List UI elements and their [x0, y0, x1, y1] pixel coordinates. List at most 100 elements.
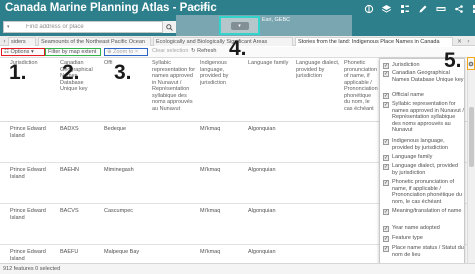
- zoom-to-button[interactable]: ⊕ Zoom to ×: [104, 48, 148, 56]
- filter-label: Filter by map extent: [48, 49, 97, 55]
- search-source-dropdown[interactable]: ▾: [7, 24, 22, 31]
- draw-button[interactable]: [416, 3, 429, 15]
- column-toggle-label: Official name: [392, 92, 424, 98]
- checkbox[interactable]: ✓: [383, 246, 389, 252]
- share-icon: [454, 5, 463, 13]
- cell-language: Mi'kmaq: [200, 167, 221, 173]
- layer-tab-active[interactable]: Stories from the land: Indigenous Place …: [295, 37, 453, 46]
- header-toolbar: [362, 3, 475, 15]
- scrollbar-thumb[interactable]: [469, 107, 474, 167]
- options-button[interactable]: ☷ Options ▾: [1, 48, 45, 56]
- filter-by-map-extent-button[interactable]: Filter by map extent: [45, 48, 101, 56]
- tab-close-icon[interactable]: ×: [456, 37, 463, 46]
- layer-tab[interactable]: siders: [8, 37, 36, 46]
- column-toggle[interactable]: ✓ Phonetic pronunciation of name, if appl…: [383, 179, 464, 206]
- attribute-table-toggle-button[interactable]: ▾: [219, 16, 260, 35]
- column-toggle-label: Phonetic pronunciation of name, if appli…: [392, 179, 463, 205]
- app-title: Canada Marine Planning Atlas - Pacific: [5, 2, 217, 14]
- clear-selection-label: Clear selection: [152, 48, 189, 54]
- column-toggle[interactable]: ✓ Place name status / Statut du nom de li…: [383, 245, 464, 259]
- app-byline: by DFO: [191, 5, 210, 11]
- chevron-down-icon: ▾: [29, 49, 34, 55]
- column-toggle[interactable]: ✓ Syllabic representation for names appro…: [383, 101, 464, 135]
- column-toggle-label: Syllabic representation for names approv…: [392, 101, 464, 133]
- cell-language: Mi'kmaq: [200, 249, 221, 255]
- column-header[interactable]: Indigenous language, provided by jurisdi…: [200, 60, 244, 86]
- checkbox[interactable]: ✓: [383, 93, 389, 99]
- checkbox[interactable]: ✓: [383, 71, 389, 77]
- checkbox[interactable]: ✓: [383, 164, 389, 170]
- cell-family: Algonquian: [248, 126, 276, 132]
- cell-name: Malpeque Bay: [104, 249, 140, 255]
- column-header[interactable]: Language family: [248, 60, 292, 67]
- checkbox[interactable]: ✓: [383, 209, 389, 215]
- refresh-label: Refresh: [197, 48, 217, 54]
- basemap-button[interactable]: [470, 3, 475, 15]
- cell-family: Algonquian: [248, 167, 276, 173]
- table-footer: 912 features 0 selected: [0, 263, 475, 274]
- cell-name: Cascumpec: [104, 208, 134, 214]
- column-visibility-menu: ✓ Jurisdiction ✓ Canadian Geographical Nam…: [379, 58, 465, 274]
- share-button[interactable]: [452, 3, 465, 15]
- column-toggle[interactable]: ✓ Language family: [383, 154, 464, 161]
- column-header[interactable]: Phonetic pronunciation of name, if appli…: [344, 60, 378, 112]
- cell-key: BADXS: [60, 126, 79, 132]
- gear-icon: [468, 61, 474, 66]
- search-input[interactable]: [4, 22, 162, 32]
- search-box[interactable]: ▾: [3, 21, 176, 33]
- callout-1: 1.: [9, 61, 27, 84]
- search-button[interactable]: [162, 21, 176, 33]
- callout-2: 2.: [62, 61, 80, 84]
- checkbox[interactable]: ✓: [383, 102, 389, 108]
- column-menu-button[interactable]: [467, 57, 475, 70]
- column-toggle-label: Feature type: [392, 235, 423, 241]
- column-toggle-label: Year name adopted: [392, 225, 440, 231]
- checkbox[interactable]: ✓: [383, 155, 389, 161]
- column-toggle-label: Indigenous language, provided by jurisdi…: [392, 138, 448, 151]
- ruler-icon: [436, 7, 445, 11]
- column-toggle-label: Language dialect, provided by jurisdicti…: [392, 163, 459, 176]
- chevron-down-icon: ▾: [230, 21, 249, 30]
- cell-key: BAEFU: [60, 249, 79, 255]
- table-scrollbar[interactable]: [467, 57, 475, 263]
- checkbox[interactable]: ✓: [383, 139, 389, 145]
- cell-language: Mi'kmaq: [200, 208, 221, 214]
- column-toggle[interactable]: ✓ Language dialect, provided by jurisdict…: [383, 163, 464, 177]
- column-toggle[interactable]: ✓ Indigenous language, provided by jurisd…: [383, 138, 464, 152]
- column-header[interactable]: Syllabic representation for names approv…: [152, 60, 196, 112]
- measure-button[interactable]: [434, 3, 447, 15]
- header-tool-button[interactable]: [362, 3, 375, 15]
- options-label: Options: [10, 49, 30, 55]
- app-header: Canada Marine Planning Atlas - Pacific b…: [0, 0, 475, 36]
- tab-scroll-right-icon[interactable]: ›: [465, 37, 472, 46]
- column-header[interactable]: Language dialect, provided by jurisdicti…: [296, 60, 340, 80]
- cell-family: Algonquian: [248, 208, 276, 214]
- callout-5: 5.: [444, 49, 462, 72]
- feature-icon: [364, 4, 373, 14]
- pencil-icon: [419, 5, 426, 13]
- column-toggle[interactable]: ✓ Meaning/translation of name: [383, 208, 464, 222]
- layer-list-button[interactable]: [380, 3, 393, 15]
- map-attribution: Esri, GEBC: [262, 17, 291, 23]
- layer-tab[interactable]: Ecologically and Biologically Significan…: [153, 37, 293, 46]
- column-toggle[interactable]: ✓ Canadian Geographical Names Database Un…: [383, 70, 464, 90]
- legend-icon: [400, 5, 409, 13]
- zoom-label: Zoom to: [113, 49, 134, 55]
- tab-scroll-left-icon[interactable]: ‹: [1, 37, 8, 46]
- checkbox[interactable]: ✓: [383, 63, 389, 69]
- checkbox[interactable]: ✓: [383, 226, 389, 232]
- checkbox[interactable]: ✓: [383, 236, 389, 242]
- checkbox[interactable]: ✓: [383, 180, 389, 186]
- close-icon: ×: [133, 49, 139, 55]
- search-icon: [166, 23, 173, 31]
- layer-tab[interactable]: Seamounts of the Northeast Pacific Ocean: [38, 37, 151, 46]
- cell-jurisdiction: Prince Edward Island: [10, 167, 46, 180]
- column-toggle[interactable]: ✓ Year name adopted: [383, 225, 464, 232]
- column-toggle[interactable]: ✓ Feature type: [383, 235, 464, 242]
- cell-name: Miminegash: [104, 167, 134, 173]
- clear-selection-button[interactable]: Clear selection: [150, 48, 190, 56]
- column-toggle[interactable]: ✓ Official name: [383, 92, 464, 99]
- cell-family: Algonquian: [248, 249, 276, 255]
- legend-button[interactable]: [398, 3, 411, 15]
- refresh-button[interactable]: ↻ Refresh: [189, 48, 218, 56]
